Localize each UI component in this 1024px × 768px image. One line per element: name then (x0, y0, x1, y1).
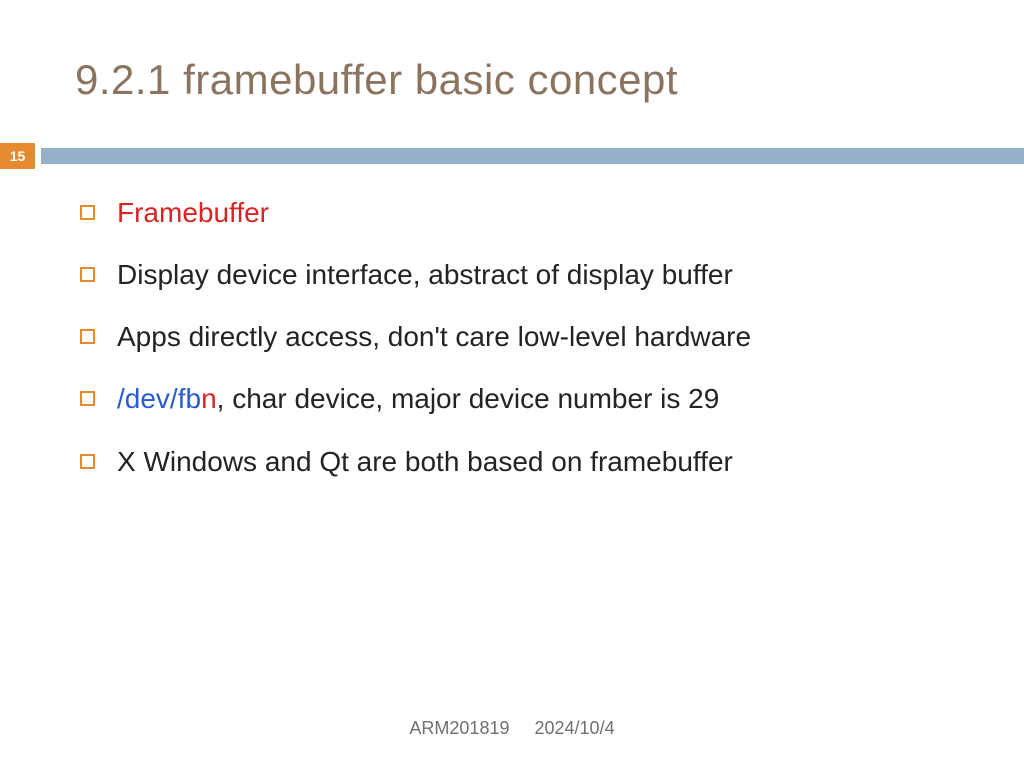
text-span: /dev/fb (117, 383, 201, 414)
list-item: Framebuffer (80, 196, 960, 230)
slide-title: 9.2.1 framebuffer basic concept (75, 56, 678, 104)
list-item: Display device interface, abstract of di… (80, 258, 960, 292)
text-span: , char device, major device number is 29 (217, 383, 720, 414)
list-item: Apps directly access, don't care low-lev… (80, 320, 960, 354)
bullet-icon (80, 391, 95, 406)
bullet-text: /dev/fbn, char device, major device numb… (117, 382, 719, 416)
list-item: /dev/fbn, char device, major device numb… (80, 382, 960, 416)
header-bar: 15 (0, 143, 1024, 169)
list-item: X Windows and Qt are both based on frame… (80, 445, 960, 479)
bullet-icon (80, 205, 95, 220)
footer-date: 2024/10/4 (535, 718, 615, 738)
bullet-icon (80, 329, 95, 344)
divider-bar (41, 148, 1024, 164)
bullet-text: Framebuffer (117, 196, 269, 230)
text-span: Apps directly access, don't care low-lev… (117, 321, 751, 352)
text-span: Framebuffer (117, 197, 269, 228)
bullet-text: X Windows and Qt are both based on frame… (117, 445, 733, 479)
bullet-icon (80, 267, 95, 282)
bullet-text: Display device interface, abstract of di… (117, 258, 733, 292)
bullet-icon (80, 454, 95, 469)
slide: 9.2.1 framebuffer basic concept 15 Frame… (0, 0, 1024, 768)
page-number-badge: 15 (0, 143, 35, 169)
footer: ARM201819 2024/10/4 (0, 718, 1024, 739)
text-span: n (201, 383, 217, 414)
bullet-text: Apps directly access, don't care low-lev… (117, 320, 751, 354)
text-span: Display device interface, abstract of di… (117, 259, 733, 290)
footer-course: ARM201819 (409, 718, 509, 738)
bullet-list: Framebuffer Display device interface, abs… (80, 196, 960, 507)
text-span: X Windows and Qt are both based on frame… (117, 446, 733, 477)
